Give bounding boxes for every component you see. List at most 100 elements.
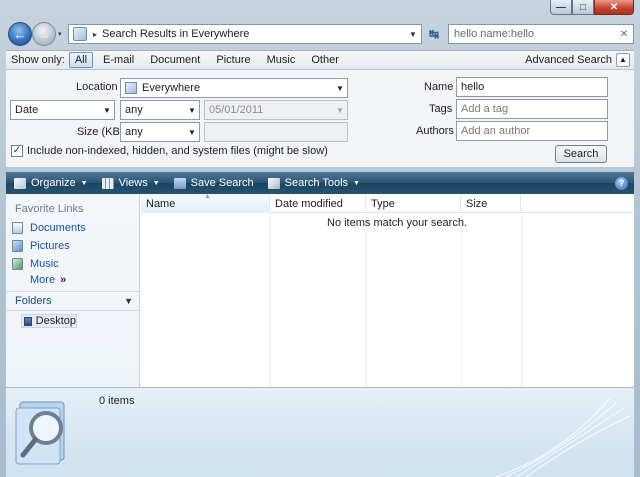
favorite-link-label: Documents xyxy=(30,222,86,234)
minimize-button[interactable]: — xyxy=(550,0,572,15)
more-links-button[interactable]: More » xyxy=(30,274,66,286)
date-condition-select[interactable]: any ▼ xyxy=(120,100,200,120)
recent-pages-dropdown[interactable]: ▾ xyxy=(58,30,62,38)
advanced-search-toggle[interactable]: Advanced Search ▲ xyxy=(525,53,630,67)
column-header-label: Type xyxy=(371,197,395,210)
save-search-button[interactable]: Save Search xyxy=(173,177,254,189)
chevron-down-icon: ▼ xyxy=(188,105,196,115)
column-divider xyxy=(461,213,462,387)
breadcrumb-separator-icon[interactable]: ▸ xyxy=(93,30,97,39)
favorite-link-label: Music xyxy=(30,258,59,270)
tags-label: Tags xyxy=(429,103,453,115)
filter-email[interactable]: E-mail xyxy=(97,52,140,68)
date-field-select[interactable]: Date ▼ xyxy=(10,100,115,120)
search-tools-label: Search Tools xyxy=(284,177,349,189)
views-button[interactable]: Views ▼ xyxy=(101,177,160,189)
filter-picture[interactable]: Picture xyxy=(210,52,256,68)
search-tools-button[interactable]: Search Tools ▼ xyxy=(267,177,360,189)
filter-other[interactable]: Other xyxy=(305,52,345,68)
chevron-down-icon: ▼ xyxy=(124,296,133,306)
column-header-label: Date modified xyxy=(275,197,343,210)
date-value: 05/01/2011 xyxy=(209,104,264,116)
size-label: Size (KB) xyxy=(77,126,124,138)
name-field[interactable]: hello xyxy=(456,77,608,97)
music-icon xyxy=(12,258,23,270)
filter-all[interactable]: All xyxy=(68,52,94,68)
folders-toggle[interactable]: Folders ▼ xyxy=(6,291,139,311)
size-condition-select[interactable]: any ▼ xyxy=(120,122,200,142)
size-condition-value: any xyxy=(125,126,143,138)
show-only-bar: Show only: All E-mail Document Picture M… xyxy=(6,50,634,70)
navigation-pane: Favorite Links Documents Pictures Music … xyxy=(6,194,140,387)
location-folder-icon xyxy=(125,82,137,94)
column-header-date-modified[interactable]: Date modified xyxy=(270,194,366,213)
address-bar[interactable]: ▸ Search Results in Everywhere ▼ xyxy=(68,24,422,44)
favorite-link-pictures[interactable]: Pictures xyxy=(12,240,70,252)
date-picker[interactable]: 05/01/2011 ▼ xyxy=(204,100,348,120)
search-box[interactable]: ✕ xyxy=(448,24,634,44)
location-value: Everywhere xyxy=(142,82,201,94)
decorative-swoosh xyxy=(495,397,631,477)
chevron-down-icon: ▼ xyxy=(103,105,111,115)
desktop-icon xyxy=(24,316,32,326)
back-button[interactable]: ← xyxy=(8,22,32,46)
filter-document[interactable]: Document xyxy=(144,52,206,68)
authors-field[interactable]: Add an author xyxy=(456,121,608,141)
pictures-icon xyxy=(12,240,23,252)
file-list: Name Date modified Type Size ▲ No items … xyxy=(141,193,634,387)
content-area: Favorite Links Documents Pictures Music … xyxy=(6,193,634,388)
refresh-button[interactable]: ↹ xyxy=(424,24,444,44)
favorite-link-documents[interactable]: Documents xyxy=(12,222,86,234)
column-header-label: Size xyxy=(466,197,488,210)
checkbox-checked-icon[interactable]: ✓ xyxy=(11,145,23,157)
chevron-down-icon: ▼ xyxy=(188,127,196,137)
empty-results-message: No items match your search. xyxy=(327,217,467,229)
date-dropdown-icon: ▼ xyxy=(336,105,344,115)
breadcrumb[interactable]: Search Results in Everywhere xyxy=(102,28,405,40)
chevron-down-icon: ▼ xyxy=(353,179,360,187)
show-only-label: Show only: xyxy=(11,54,65,66)
help-icon[interactable]: ? xyxy=(615,176,628,190)
views-label: Views xyxy=(118,177,148,189)
organize-button[interactable]: Organize ▼ xyxy=(14,177,88,189)
navigation-bar: ← → ▾ ▸ Search Results in Everywhere ▼ ↹… xyxy=(6,20,634,48)
column-divider xyxy=(270,213,271,387)
views-icon xyxy=(101,177,114,189)
save-icon xyxy=(173,177,186,189)
tags-field[interactable]: Add a tag xyxy=(456,99,608,119)
column-headers: Name Date modified Type Size xyxy=(141,194,634,213)
forward-button[interactable]: → xyxy=(32,22,56,46)
chevron-down-icon: ▼ xyxy=(152,179,160,187)
organize-label: Organize xyxy=(31,177,76,189)
column-divider xyxy=(366,213,367,387)
name-value: hello xyxy=(461,81,485,93)
filter-music[interactable]: Music xyxy=(261,52,302,68)
desktop-label: Desktop xyxy=(35,315,76,327)
folders-label: Folders xyxy=(15,295,52,307)
search-button[interactable]: Search xyxy=(555,145,607,163)
favorite-link-music[interactable]: Music xyxy=(12,258,59,270)
advanced-search-panel: Location Everywhere ▼ Date ▼ any ▼ 05/01… xyxy=(6,70,634,168)
double-chevron-icon: » xyxy=(60,274,67,286)
maximize-button[interactable]: □ xyxy=(572,0,594,15)
column-header-size[interactable]: Size xyxy=(461,194,521,213)
include-nonindexed-checkbox[interactable]: ✓ Include non-indexed, hidden, and syste… xyxy=(11,145,328,157)
close-button[interactable]: ✕ xyxy=(594,0,634,15)
save-search-label: Save Search xyxy=(190,177,254,189)
tags-placeholder: Add a tag xyxy=(461,103,509,115)
address-dropdown-icon[interactable]: ▼ xyxy=(405,30,421,39)
size-input[interactable] xyxy=(204,122,348,142)
item-count: 0 items xyxy=(99,395,135,407)
documents-icon xyxy=(12,222,23,234)
favorite-links-title: Favorite Links xyxy=(15,203,84,215)
column-header-type[interactable]: Type xyxy=(366,194,461,213)
search-input[interactable] xyxy=(454,28,615,40)
folder-tree-desktop[interactable]: Desktop xyxy=(21,314,77,328)
name-label: Name xyxy=(424,81,454,93)
details-pane: 0 items xyxy=(6,388,634,477)
clear-search-icon[interactable]: ✕ xyxy=(615,29,633,40)
caption-buttons: — □ ✕ xyxy=(550,0,634,16)
more-label: More xyxy=(30,274,56,286)
chevron-down-icon: ▼ xyxy=(336,83,344,93)
location-select[interactable]: Everywhere ▼ xyxy=(120,78,348,98)
